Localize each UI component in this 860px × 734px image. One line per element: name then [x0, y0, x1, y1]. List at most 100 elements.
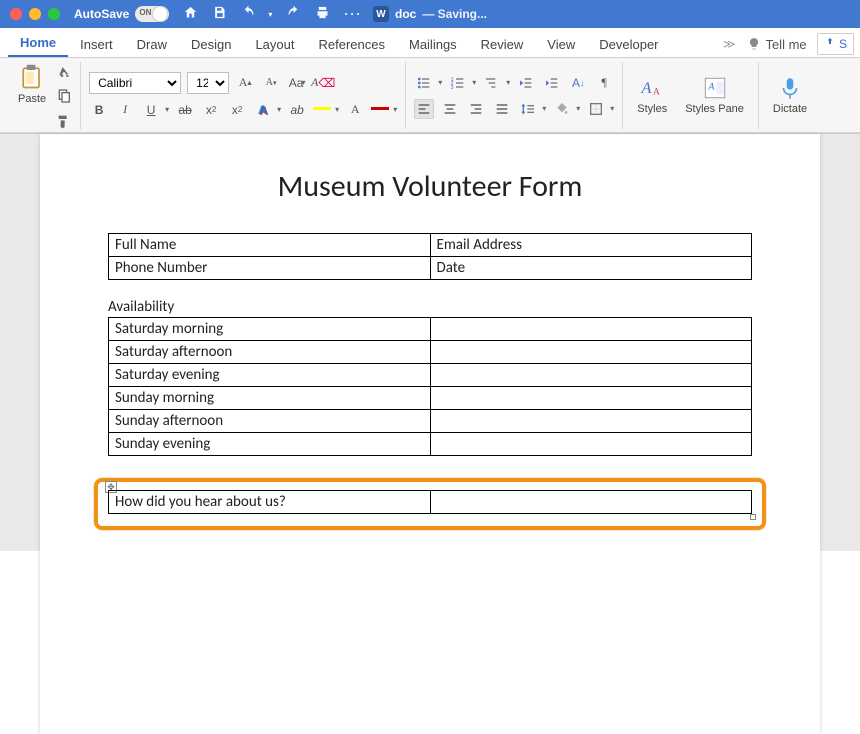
cell-phone[interactable]: Phone Number [109, 257, 431, 280]
save-icon[interactable] [212, 5, 227, 23]
cut-icon[interactable] [56, 63, 72, 82]
slot-cell[interactable]: Sunday evening [109, 433, 431, 456]
word-app-icon: W [373, 6, 389, 22]
table-row: Sunday evening [109, 433, 752, 456]
text-effects-icon[interactable]: A [253, 100, 273, 120]
availability-table[interactable]: Saturday morning Saturday afternoon Satu… [108, 317, 752, 456]
undo-more-icon[interactable]: ▾ [268, 10, 272, 19]
italic-button[interactable]: I [115, 100, 135, 120]
autosave-switch[interactable]: ON [135, 6, 169, 22]
autosave-toggle[interactable]: AutoSave ON [74, 6, 169, 22]
zoom-window-button[interactable] [48, 8, 60, 20]
minimize-window-button[interactable] [29, 8, 41, 20]
cell-question[interactable]: How did you hear about us? [109, 491, 431, 514]
more-icon[interactable]: ··· [344, 7, 362, 21]
shrink-font-icon[interactable]: A▾ [261, 73, 281, 93]
font-color-icon[interactable]: A [345, 100, 365, 120]
highlight-color-icon[interactable]: ab [287, 100, 307, 120]
align-right-icon[interactable] [466, 99, 486, 119]
share-button[interactable]: S [817, 33, 854, 55]
tab-review[interactable]: Review [469, 31, 536, 57]
tab-layout[interactable]: Layout [243, 31, 306, 57]
underline-more[interactable]: ▾ [165, 105, 169, 114]
line-spacing-icon[interactable] [518, 99, 538, 119]
bold-button[interactable]: B [89, 100, 109, 120]
contact-table[interactable]: Full Name Email Address Phone Number Dat… [108, 233, 752, 280]
styles-pane-button[interactable]: A Styles Pane [679, 62, 750, 129]
titlebar: AutoSave ON ▾ ··· W doc — Saving... [0, 0, 860, 28]
tab-mailings[interactable]: Mailings [397, 31, 469, 57]
superscript-button[interactable]: x2 [227, 100, 247, 120]
slot-empty[interactable] [430, 318, 752, 341]
group-font: Calibri 12 A▴ A▾ Aa▾ A⌫ B I U▾ ab x2 x2 … [81, 62, 406, 129]
cell-email[interactable]: Email Address [430, 234, 752, 257]
svg-text:A: A [653, 87, 660, 98]
change-case-icon[interactable]: Aa▾ [287, 73, 307, 93]
doc-title: Museum Volunteer Form [108, 168, 752, 205]
slot-cell[interactable]: Sunday morning [109, 387, 431, 410]
tellme-search[interactable]: Tell me [747, 37, 806, 52]
cell-fullname[interactable]: Full Name [109, 234, 431, 257]
home-icon[interactable] [183, 5, 198, 23]
tab-developer[interactable]: Developer [587, 31, 670, 57]
ribbon-tabs: Home Insert Draw Design Layout Reference… [0, 28, 860, 58]
shading-icon[interactable] [552, 99, 572, 119]
tab-design[interactable]: Design [179, 31, 243, 57]
autosave-label: AutoSave [74, 7, 129, 21]
slot-empty[interactable] [430, 410, 752, 433]
print-icon[interactable] [315, 5, 330, 23]
cell-answer[interactable] [430, 491, 752, 514]
question-table[interactable]: How did you hear about us? [108, 490, 752, 514]
slot-cell[interactable]: Saturday evening [109, 364, 431, 387]
slot-empty[interactable] [430, 364, 752, 387]
format-painter-icon[interactable] [56, 113, 72, 132]
dictate-label: Dictate [773, 103, 807, 115]
slot-cell[interactable]: Saturday morning [109, 318, 431, 341]
close-window-button[interactable] [10, 8, 22, 20]
table-row: Saturday morning [109, 318, 752, 341]
strike-button[interactable]: ab [175, 100, 195, 120]
slot-cell[interactable]: Sunday afternoon [109, 410, 431, 433]
slot-empty[interactable] [430, 341, 752, 364]
slot-empty[interactable] [430, 387, 752, 410]
bullets-icon[interactable] [414, 73, 434, 93]
doc-name: doc [395, 7, 416, 21]
styles-button[interactable]: AA Styles [631, 62, 673, 129]
page[interactable]: Museum Volunteer Form Full Name Email Ad… [40, 134, 820, 734]
tab-view[interactable]: View [535, 31, 587, 57]
subscript-button[interactable]: x2 [201, 100, 221, 120]
tab-insert[interactable]: Insert [68, 31, 125, 57]
indent-left-icon[interactable] [516, 73, 536, 93]
cell-date[interactable]: Date [430, 257, 752, 280]
tab-references[interactable]: References [307, 31, 397, 57]
group-clipboard: Paste [6, 62, 81, 129]
grow-font-icon[interactable]: A▴ [235, 73, 255, 93]
tab-home[interactable]: Home [8, 29, 68, 57]
underline-button[interactable]: U [141, 100, 161, 120]
sort-icon[interactable]: A↓ [568, 73, 588, 93]
tab-draw[interactable]: Draw [125, 31, 179, 57]
slot-cell[interactable]: Saturday afternoon [109, 341, 431, 364]
justify-icon[interactable] [492, 99, 512, 119]
slot-empty[interactable] [430, 433, 752, 456]
document-area[interactable]: Museum Volunteer Form Full Name Email Ad… [0, 134, 860, 551]
redo-icon[interactable] [286, 5, 301, 23]
font-name-select[interactable]: Calibri [89, 72, 181, 94]
clear-format-icon[interactable]: A⌫ [313, 73, 333, 93]
undo-icon[interactable] [241, 5, 256, 23]
indent-right-icon[interactable] [542, 73, 562, 93]
font-size-select[interactable]: 12 [187, 72, 229, 94]
tellme-label: Tell me [765, 37, 806, 52]
borders-icon[interactable] [586, 99, 606, 119]
tabs-overflow-icon[interactable]: ≫ [723, 37, 736, 51]
align-left-icon[interactable] [414, 99, 434, 119]
multilevel-icon[interactable] [482, 73, 502, 93]
dictate-button[interactable]: Dictate [767, 73, 813, 117]
numbering-icon[interactable]: 123 [448, 73, 468, 93]
align-center-icon[interactable] [440, 99, 460, 119]
styles-label: Styles [637, 103, 667, 115]
table-resize-handle-icon[interactable] [750, 514, 756, 520]
copy-icon[interactable] [56, 88, 72, 107]
show-marks-icon[interactable]: ¶ [594, 73, 614, 93]
paste-button[interactable]: Paste [14, 61, 50, 107]
